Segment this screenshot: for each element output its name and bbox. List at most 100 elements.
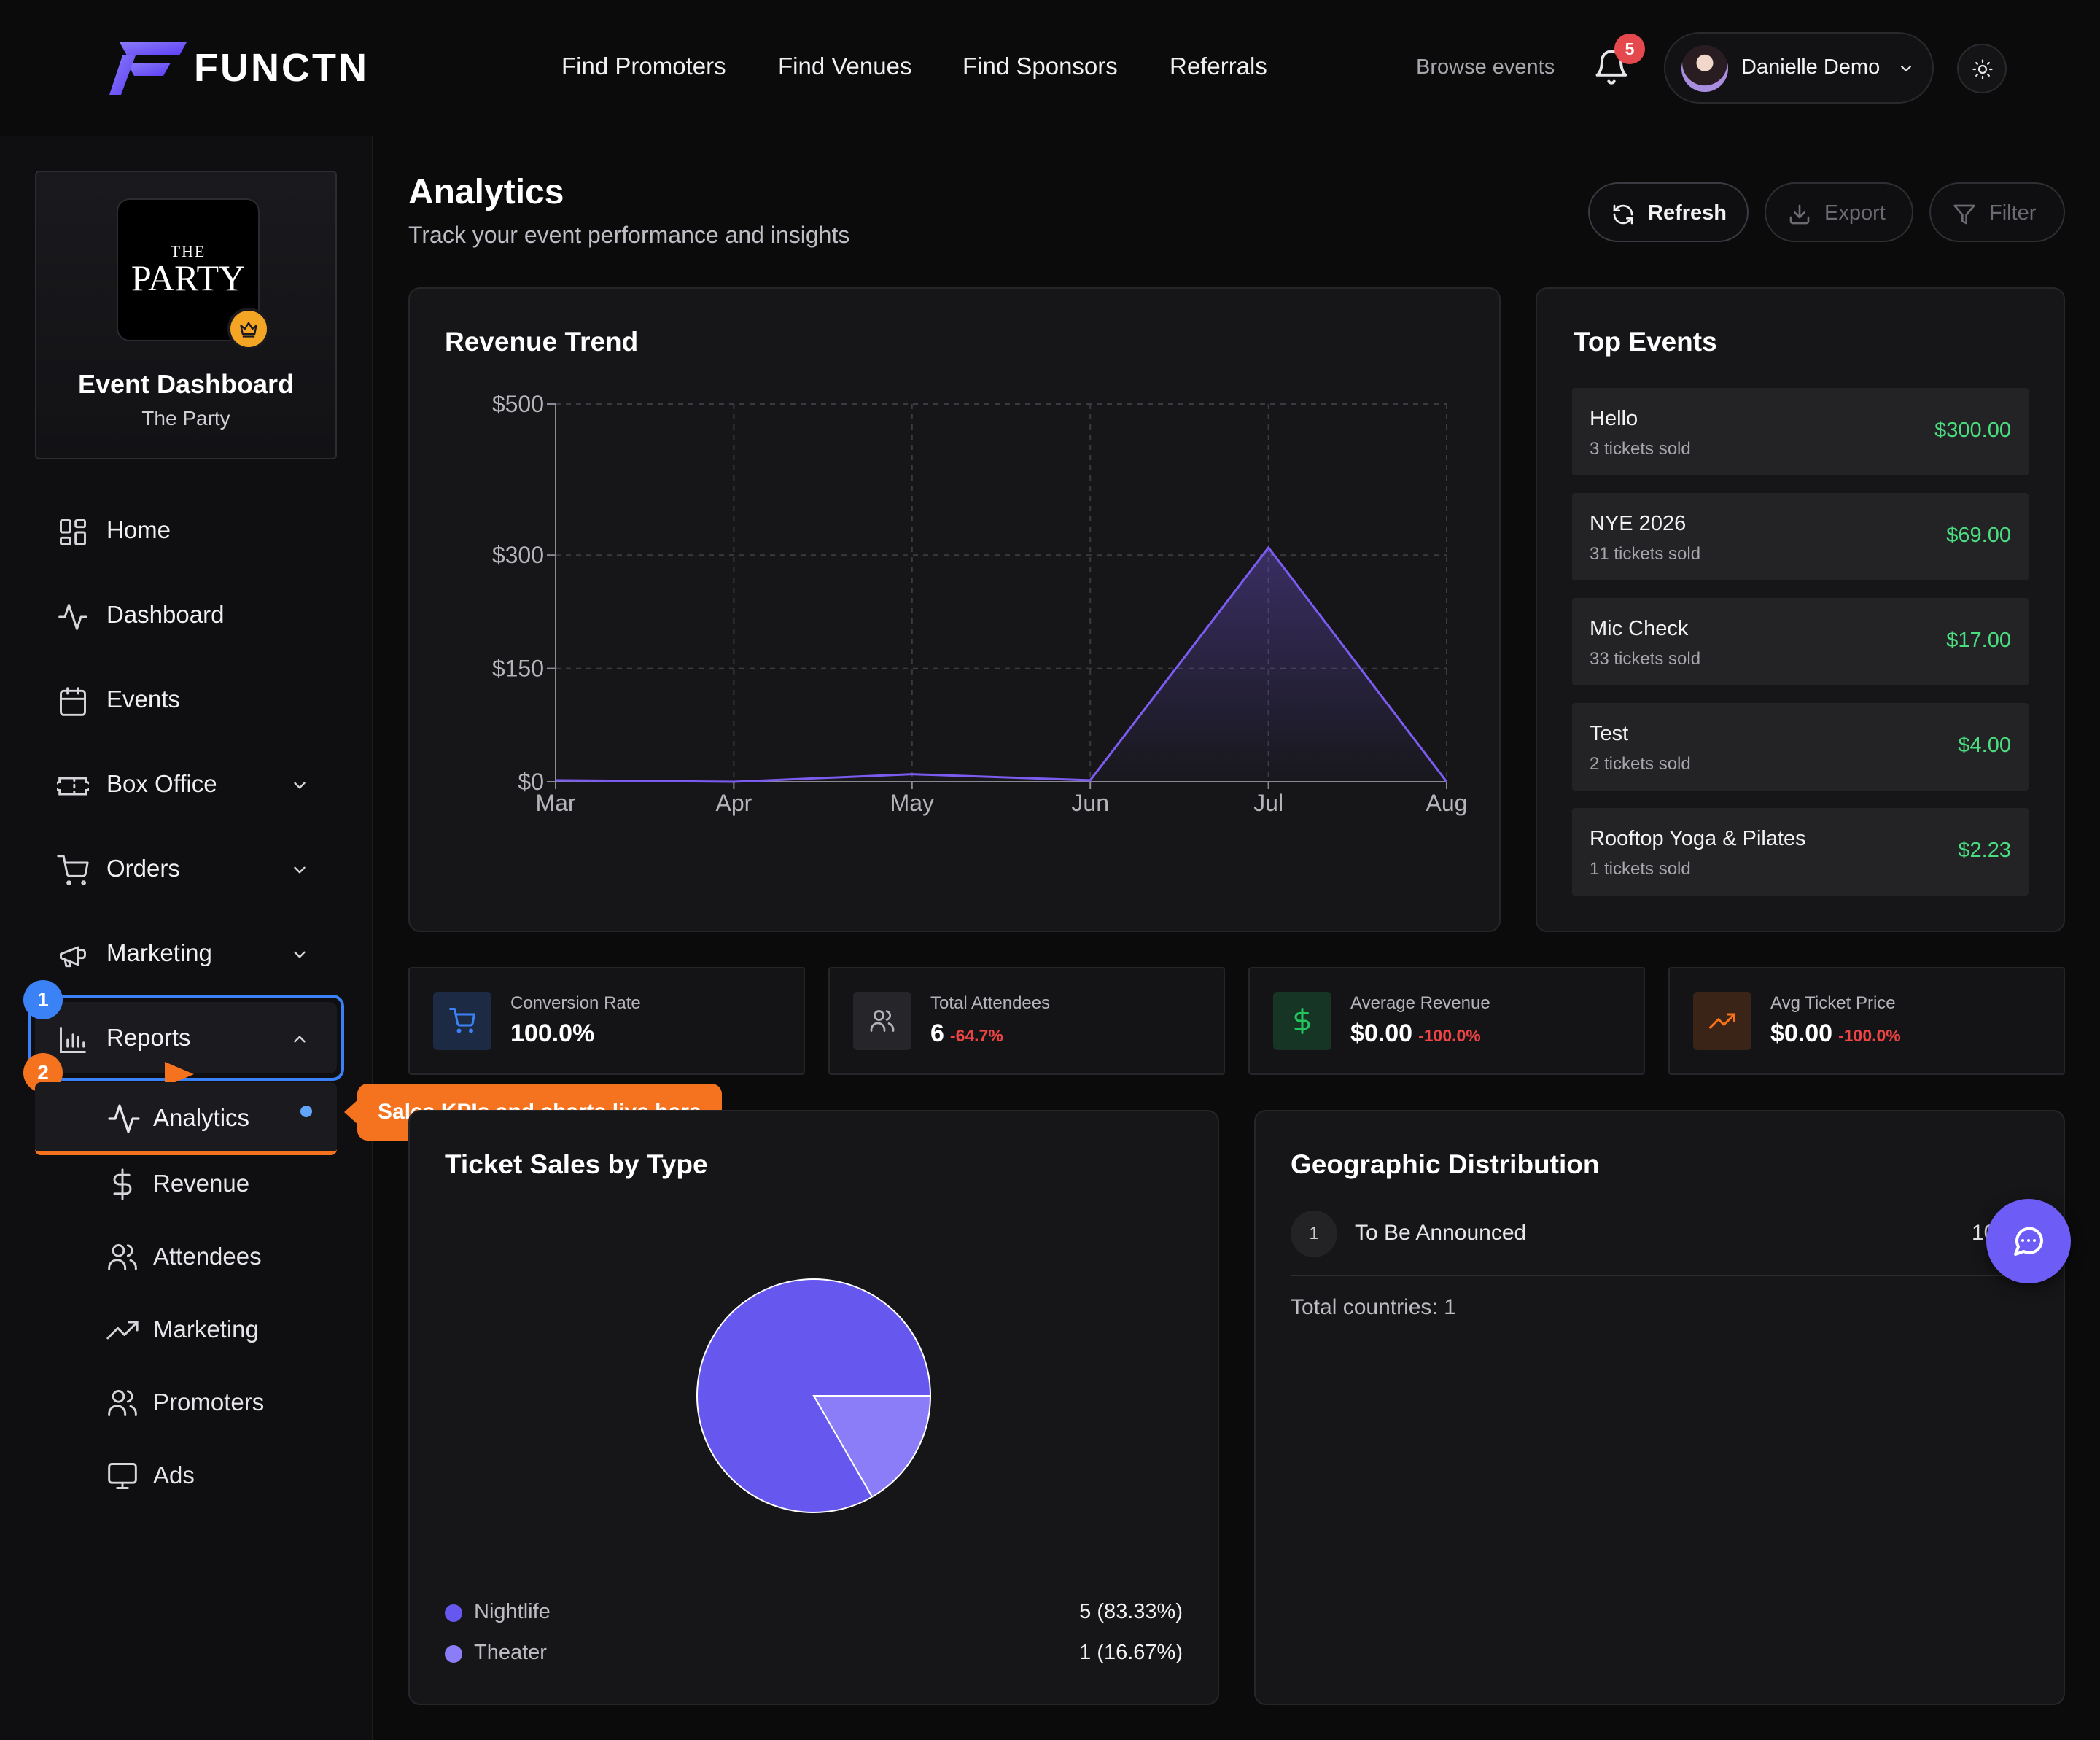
sidebar-item-label: Box Office <box>106 770 217 797</box>
legend-value: 5 (83.33%) <box>1079 1600 1183 1623</box>
top-event-row[interactable]: Test 2 tickets sold $4.00 <box>1572 703 2029 791</box>
sidebar-item-label: Marketing <box>106 939 212 966</box>
top-event-revenue: $69.00 <box>1946 524 2011 547</box>
brand-name[interactable]: FUNCTN <box>194 45 369 90</box>
sidebar-item-marketing[interactable]: Marketing <box>35 925 337 983</box>
page-title: Analytics <box>408 173 564 211</box>
y-tick-label: $500 <box>492 391 544 417</box>
nav-find-sponsors[interactable]: Find Sponsors <box>962 53 1118 80</box>
sidebar-subitem-promoters[interactable]: Promoters <box>102 1378 335 1429</box>
legend-row-theater: Theater 1 (16.67%) <box>445 1638 1183 1670</box>
chat-support-button[interactable] <box>1986 1199 2071 1283</box>
legend-swatch <box>445 1645 462 1663</box>
trending-up-icon <box>106 1321 139 1340</box>
users-icon <box>108 1244 137 1270</box>
geo-total-countries: Total countries: 1 <box>1291 1295 1456 1319</box>
sidebar-subitem-revenue[interactable]: Revenue <box>102 1160 335 1211</box>
theme-toggle-button[interactable] <box>1957 44 2007 93</box>
sidebar-subitem-ads[interactable]: Ads <box>102 1451 335 1502</box>
activity-icon <box>108 1104 140 1133</box>
nav-find-promoters[interactable]: Find Promoters <box>561 53 726 80</box>
geo-rank: 1 <box>1291 1211 1337 1257</box>
monitor-icon <box>108 1463 137 1489</box>
top-events-title: Top Events <box>1574 327 1717 357</box>
refresh-button[interactable]: Refresh <box>1588 182 1749 242</box>
browse-events-link[interactable]: Browse events <box>1416 55 1555 79</box>
kpi-icon-box <box>1273 992 1331 1050</box>
top-event-revenue: $2.23 <box>1958 839 2011 862</box>
filter-label: Filter <box>1989 201 2037 225</box>
sidebar-item-dashboard[interactable]: Dashboard <box>35 586 337 645</box>
chat-icon <box>2014 1227 2044 1256</box>
ticket-icon <box>57 777 89 796</box>
nav-find-venues[interactable]: Find Venues <box>778 53 911 80</box>
sidebar-item-label: Orders <box>106 855 180 882</box>
profile-subtitle: The Party <box>141 407 230 430</box>
sidebar-item-events[interactable]: Events <box>35 671 337 729</box>
sidebar-item-reports[interactable]: Reports <box>35 1009 337 1068</box>
sidebar-subitem-marketing[interactable]: Marketing <box>102 1305 335 1356</box>
legend-value: 1 (16.67%) <box>1079 1641 1183 1664</box>
sidebar-subitem-analytics[interactable]: Analytics <box>35 1082 337 1155</box>
top-event-tickets: 2 tickets sold <box>1590 754 1691 774</box>
user-name: Danielle Demo <box>1741 55 1881 79</box>
sidebar-subitem-attendees[interactable]: Attendees <box>102 1232 335 1283</box>
sidebar-subitem-label: Revenue <box>153 1170 250 1197</box>
kpi-value: 100.0% <box>510 1019 595 1047</box>
kpi-label: Avg Ticket Price <box>1770 993 1896 1013</box>
y-tick-label: $150 <box>492 656 544 682</box>
kpi-change: -100.0% <box>1838 1026 1901 1045</box>
top-event-row[interactable]: Hello 3 tickets sold $300.00 <box>1572 388 2029 475</box>
notification-count-badge: 5 <box>1614 34 1645 64</box>
chevron-down-icon <box>294 782 306 789</box>
sidebar-subitem-label: Analytics <box>153 1104 250 1131</box>
sidebar-item-box-office[interactable]: Box Office <box>35 756 337 814</box>
trending-up-icon <box>1709 1013 1735 1029</box>
top-event-name: Mic Check <box>1590 617 1689 640</box>
functn-logo-icon[interactable] <box>109 42 190 95</box>
user-menu-button[interactable]: Danielle Demo <box>1664 32 1934 104</box>
cart-icon <box>57 855 89 885</box>
top-event-row[interactable]: NYE 2026 31 tickets sold $69.00 <box>1572 493 2029 580</box>
revenue-trend-title: Revenue Trend <box>445 327 639 357</box>
x-tick-label: Aug <box>1426 790 1468 816</box>
kpi-conversion-rate: Conversion Rate 100.0% <box>408 967 805 1075</box>
chevron-down-icon <box>1900 65 1912 72</box>
sun-icon <box>1972 59 1993 79</box>
kpi-label: Conversion Rate <box>510 993 641 1013</box>
tooltip-arrow <box>344 1099 359 1125</box>
chevron-up-icon <box>294 1036 306 1043</box>
grid-icon <box>60 519 86 545</box>
kpi-icon-box <box>1693 992 1751 1050</box>
event-logo-main-text: PARTY <box>131 257 246 298</box>
top-event-row[interactable]: Rooftop Yoga & Pilates 1 tickets sold $2… <box>1572 808 2029 896</box>
top-event-tickets: 3 tickets sold <box>1590 439 1691 459</box>
dollar-icon <box>113 1168 132 1200</box>
download-icon <box>1789 204 1810 225</box>
geographic-title: Geographic Distribution <box>1291 1149 1600 1179</box>
geographic-distribution-card <box>1254 1110 2065 1705</box>
activity-icon <box>58 604 88 630</box>
refresh-icon <box>1613 204 1633 225</box>
kpi-change: -100.0% <box>1418 1026 1481 1045</box>
sidebar-item-orders[interactable]: Orders <box>35 840 337 898</box>
sidebar-item-home[interactable]: Home <box>35 502 337 560</box>
users-icon <box>870 1010 895 1032</box>
filter-button[interactable]: Filter <box>1929 182 2065 242</box>
sidebar-item-label: Home <box>106 516 171 543</box>
chevron-down-icon <box>294 951 306 958</box>
sidebar-item-label: Dashboard <box>106 601 225 628</box>
nav-referrals[interactable]: Referrals <box>1170 53 1267 80</box>
top-event-row[interactable]: Mic Check 33 tickets sold $17.00 <box>1572 598 2029 685</box>
kpi-average-revenue: Average Revenue $0.00 -100.0% <box>1248 967 1645 1075</box>
event-profile-card[interactable]: THE PARTY Event Dashboard The Party <box>35 171 337 459</box>
legend-label: Theater <box>474 1641 547 1664</box>
export-button[interactable]: Export <box>1765 182 1913 242</box>
top-event-revenue: $300.00 <box>1934 419 2011 442</box>
x-tick-label: Jul <box>1253 790 1283 816</box>
active-indicator-dot <box>300 1106 312 1117</box>
y-tick-label: $300 <box>492 542 544 568</box>
top-event-revenue: $4.00 <box>1958 734 2011 757</box>
users-icon <box>108 1390 137 1416</box>
kpi-value: 6 -64.7% <box>930 1019 1003 1047</box>
